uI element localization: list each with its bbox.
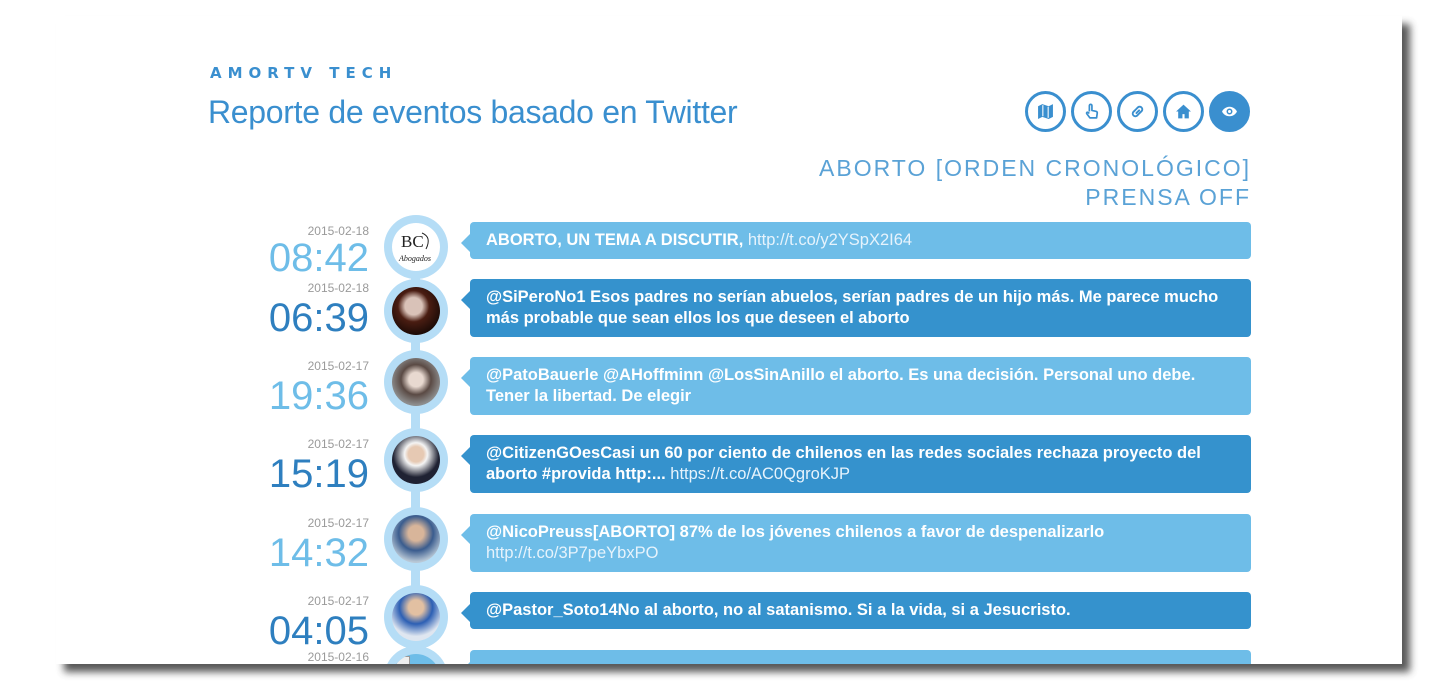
avatar-ring bbox=[384, 507, 448, 571]
tweet-link[interactable]: http://t.co/3P7peYbxPO bbox=[486, 544, 658, 562]
avatar[interactable] bbox=[392, 593, 440, 641]
tweet-link[interactable]: http://t.co/y2YSpX2I64 bbox=[748, 231, 912, 249]
tweet-date: 2015-02-17 bbox=[307, 359, 369, 373]
brand-label: AMORTV TECH bbox=[210, 64, 398, 82]
tweet-text: ABORTO, UN TEMA A DISCUTIR, bbox=[486, 231, 744, 249]
map-button[interactable] bbox=[1025, 91, 1066, 132]
avatar-ring bbox=[384, 646, 448, 664]
home-button[interactable] bbox=[1163, 91, 1204, 132]
avatar[interactable]: BC Abogados bbox=[392, 223, 440, 271]
eye-icon bbox=[1222, 106, 1237, 117]
topic-heading: ABORTO [ORDEN CRONOLÓGICO] bbox=[819, 155, 1251, 181]
map-icon bbox=[1038, 104, 1053, 119]
law-firm-logo: BC Abogados bbox=[398, 232, 431, 263]
tweet-text: @SiPeroNo1 Esos padres no serían abuelos… bbox=[486, 288, 1219, 327]
hand-pointer-icon bbox=[1085, 103, 1099, 119]
tweet-date: 2015-02-18 bbox=[307, 281, 369, 295]
pointer-button[interactable] bbox=[1071, 91, 1112, 132]
tweet-time: 14:32 bbox=[268, 531, 369, 575]
avatar-ring bbox=[384, 350, 448, 414]
tweet-bubble: @NicoPreuss[ABORTO] 87% de los jóvenes c… bbox=[461, 514, 1251, 572]
tweet-bubble: @Pastor_Soto14No al aborto, no al satani… bbox=[461, 592, 1251, 629]
link-icon bbox=[1131, 105, 1144, 118]
tweet-date: 2015-02-17 bbox=[307, 594, 369, 608]
tweet-bubble: @CitizenGOesCasi un 60 por ciento de chi… bbox=[461, 435, 1251, 493]
view-button[interactable] bbox=[1209, 91, 1250, 132]
tweet-bubble: @PatoBauerle @AHoffminn @LosSinAnillo el… bbox=[461, 357, 1251, 415]
avatar-ring bbox=[384, 279, 448, 343]
tweet-link[interactable]: https://t.co/AC0QgroKJP bbox=[670, 465, 850, 483]
avatar-ring bbox=[384, 585, 448, 649]
page-title: Reporte de eventos basado en Twitter bbox=[208, 94, 738, 130]
press-filter-label: PRENSA OFF bbox=[1085, 184, 1251, 210]
broken-image-icon bbox=[396, 656, 410, 664]
avatar[interactable] bbox=[392, 515, 440, 563]
svg-text:BC: BC bbox=[401, 232, 424, 251]
avatar[interactable] bbox=[392, 287, 440, 335]
svg-text:Abogados: Abogados bbox=[398, 254, 431, 263]
tweet-date: 2015-02-17 bbox=[307, 437, 369, 451]
tweet-time: 04:05 bbox=[268, 609, 369, 653]
avatar-ring bbox=[384, 428, 448, 492]
home-icon bbox=[1176, 104, 1191, 119]
tweet-bubble bbox=[461, 650, 1251, 664]
tweet-bubble: ABORTO, UN TEMA A DISCUTIR, http://t.co/… bbox=[461, 222, 1251, 259]
avatar[interactable] bbox=[392, 358, 440, 406]
tweet-bubble: @SiPeroNo1 Esos padres no serían abuelos… bbox=[461, 279, 1251, 337]
avatar[interactable] bbox=[392, 654, 440, 664]
tweet-date: 2015-02-16 bbox=[307, 650, 369, 664]
avatar[interactable] bbox=[392, 436, 440, 484]
tweet-text: @Pastor_Soto14No al aborto, no al satani… bbox=[486, 601, 1071, 619]
tweet-time: 06:39 bbox=[268, 296, 369, 340]
link-button[interactable] bbox=[1117, 91, 1158, 132]
tweet-date: 2015-02-17 bbox=[307, 516, 369, 530]
tweet-time: 19:36 bbox=[268, 374, 369, 418]
avatar-ring: BC Abogados bbox=[384, 215, 448, 279]
tweet-text: @PatoBauerle @AHoffminn @LosSinAnillo el… bbox=[486, 366, 1196, 405]
page-frame: AMORTV TECH Reporte de eventos basado en… bbox=[56, 16, 1402, 664]
tweet-time: 15:19 bbox=[268, 452, 369, 496]
tweet-time: 08:42 bbox=[268, 236, 369, 280]
tweet-text: @NicoPreuss[ABORTO] 87% de los jóvenes c… bbox=[486, 523, 1105, 541]
